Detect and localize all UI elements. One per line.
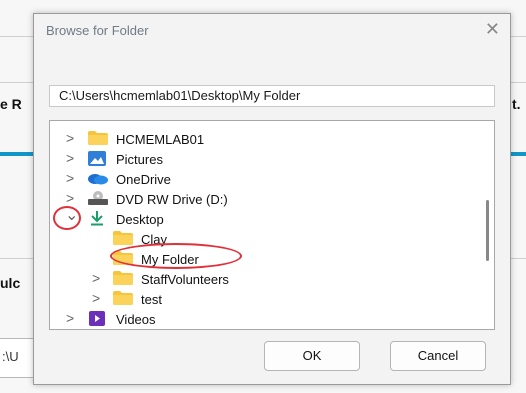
tree-item-label: HCMEMLAB01 (116, 132, 205, 147)
background-path-field[interactable]: :\U (0, 338, 35, 378)
tree-item-pictures[interactable]: > Pictures (50, 149, 470, 169)
cancel-button[interactable]: Cancel (390, 341, 486, 371)
folder-tree[interactable]: > HCMEMLAB01 > Pictures > OneDrive > DVD… (49, 120, 495, 330)
browse-for-folder-dialog: Browse for Folder ✕ C:\Users\hcmemlab01\… (33, 13, 511, 385)
tree-item-clay[interactable]: Clay (50, 229, 470, 249)
chevron-right-icon[interactable]: > (66, 150, 76, 166)
tree-item-test[interactable]: > test (50, 289, 470, 309)
chevron-right-icon[interactable]: > (66, 170, 76, 186)
dvd-drive-icon (88, 191, 108, 205)
folder-path-text: C:\Users\hcmemlab01\Desktop\My Folder (59, 88, 301, 103)
tree-item-videos[interactable]: > Videos (50, 309, 470, 329)
tree-item-label: Desktop (116, 212, 164, 227)
tree-item-label: StaffVolunteers (141, 272, 229, 287)
background-label: e R (0, 96, 22, 112)
tree-item-staffvolunteers[interactable]: > StaffVolunteers (50, 269, 470, 289)
scrollbar-thumb[interactable] (486, 200, 489, 261)
chevron-right-icon[interactable]: > (66, 310, 76, 326)
accent-bar (0, 152, 34, 156)
background-label: t. (512, 96, 521, 112)
download-arrow-icon (91, 211, 103, 226)
tree-item-label: DVD RW Drive (D:) (116, 192, 228, 207)
videos-icon (89, 311, 105, 326)
tree-item-label: Pictures (116, 152, 163, 167)
highlight-circle-expander (53, 206, 81, 230)
close-icon[interactable]: ✕ (485, 19, 500, 40)
chevron-right-icon[interactable]: > (66, 130, 76, 146)
dialog-title: Browse for Folder (46, 23, 149, 38)
chevron-right-icon[interactable]: > (66, 190, 76, 206)
chevron-right-icon[interactable]: > (92, 290, 102, 306)
tree-item-label: test (141, 292, 162, 307)
cloud-icon (88, 174, 108, 185)
folder-icon (113, 231, 133, 245)
tree-item-onedrive[interactable]: > OneDrive (50, 169, 470, 189)
ok-button[interactable]: OK (264, 341, 360, 371)
pictures-icon (88, 151, 106, 166)
tree-item-label: OneDrive (116, 172, 171, 187)
accent-bar (510, 152, 526, 156)
background-label: ulc (0, 275, 21, 291)
folder-path-field[interactable]: C:\Users\hcmemlab01\Desktop\My Folder (49, 85, 495, 107)
chevron-right-icon[interactable]: > (92, 270, 102, 286)
highlight-circle-my-folder (110, 243, 242, 269)
tree-item-hcmemlab01[interactable]: > HCMEMLAB01 (50, 129, 470, 149)
tree-item-label: Videos (116, 312, 156, 327)
folder-icon (113, 291, 133, 305)
tree-item-desktop[interactable]: ⌄ Desktop (50, 207, 470, 229)
folder-icon (88, 131, 108, 145)
tree-item-dvd-drive[interactable]: > DVD RW Drive (D:) (50, 189, 470, 209)
folder-icon (113, 271, 133, 285)
